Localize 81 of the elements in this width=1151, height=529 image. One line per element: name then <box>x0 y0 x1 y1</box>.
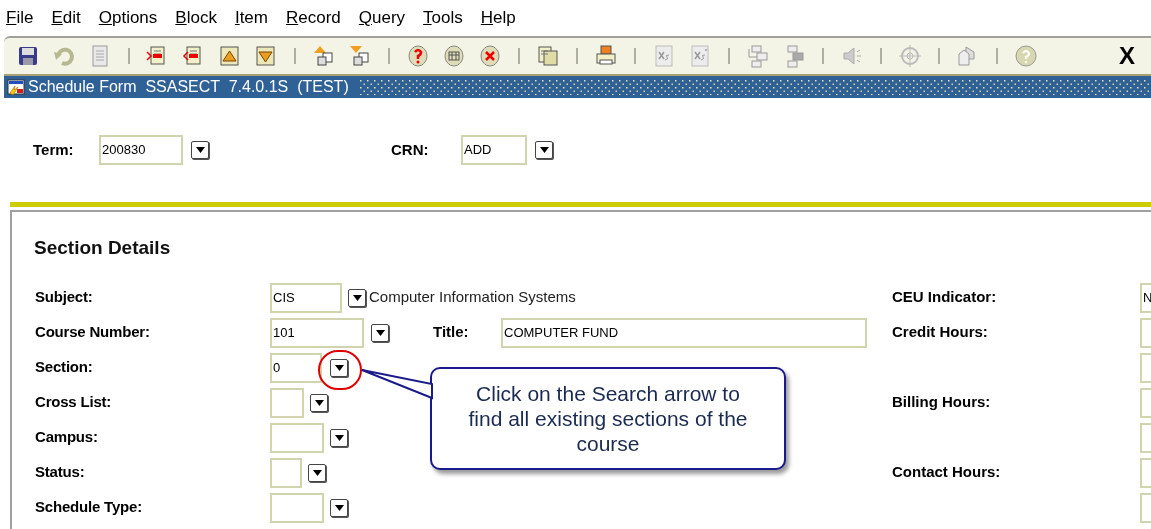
dropdown-button[interactable] <box>330 498 348 517</box>
dropdown-button[interactable] <box>310 393 328 412</box>
field-label: Contact Hours: <box>892 462 1002 483</box>
grid-database-icon[interactable] <box>442 44 466 68</box>
caret-icon <box>352 294 362 301</box>
up-arrow-windows-icon[interactable] <box>312 44 336 68</box>
exit-button[interactable]: X <box>1119 44 1135 68</box>
menu-item[interactable]: Tools <box>423 5 463 31</box>
input-field[interactable]: 101 <box>270 317 364 348</box>
description-text: Computer Information Systems <box>369 287 576 308</box>
input-field[interactable] <box>1140 422 1151 453</box>
input-field[interactable] <box>1140 457 1151 488</box>
field-label: Course Number: <box>35 322 151 343</box>
field-label: Credit Hours: <box>892 322 989 343</box>
delete-database-icon[interactable] <box>478 44 502 68</box>
dropdown-button[interactable] <box>371 323 389 342</box>
input-field[interactable]: COMPUTER FUND <box>501 317 867 348</box>
caret-icon <box>375 329 385 336</box>
field-label: Term: <box>33 139 75 160</box>
caret-icon <box>334 364 344 371</box>
menu-item[interactable]: Options <box>98 5 158 31</box>
menu-item[interactable]: Query <box>358 5 406 31</box>
field-label: Section: <box>35 357 94 378</box>
menu-item[interactable]: File <box>6 5 34 31</box>
xs-document-icon[interactable] <box>688 44 712 68</box>
search-button-highlight-ring <box>318 350 362 390</box>
dropdown-button[interactable] <box>535 141 553 159</box>
field-label: CEU Indicator: <box>892 287 998 308</box>
field-label: Schedule Type: <box>35 497 143 518</box>
input-field[interactable]: N <box>1140 282 1151 313</box>
field-label: Campus: <box>35 427 99 448</box>
printer-icon[interactable] <box>594 44 618 68</box>
field-label: Status: <box>35 462 86 483</box>
help-icon[interactable] <box>1014 44 1038 68</box>
form-icon <box>6 77 26 97</box>
menu-item[interactable]: Help <box>480 5 516 31</box>
input-field[interactable]: ADD <box>461 135 527 165</box>
callout-text: Click on the Search arrow to find all existing sections of the course <box>467 381 749 456</box>
crosshair-icon[interactable] <box>898 44 922 68</box>
field-label: Cross List: <box>35 392 113 413</box>
section-title: Section Details <box>34 236 171 260</box>
input-field[interactable]: 0 <box>270 352 322 383</box>
caret-icon <box>312 469 322 476</box>
question-database-icon[interactable] <box>406 44 430 68</box>
documents-icon[interactable] <box>536 44 560 68</box>
caret-icon <box>334 504 344 511</box>
caret-icon <box>195 147 205 153</box>
caret-icon <box>539 147 549 153</box>
field-label: Billing Hours: <box>892 392 992 413</box>
dropdown-button[interactable] <box>348 288 366 307</box>
input-field[interactable] <box>270 457 302 488</box>
menu-item[interactable]: Edit <box>51 5 81 31</box>
up-triangle-page-icon[interactable] <box>218 44 242 68</box>
menu-item[interactable]: Item <box>234 5 268 31</box>
menu-item[interactable]: Block <box>175 5 217 31</box>
caret-icon <box>334 434 344 441</box>
input-field[interactable] <box>1140 317 1151 348</box>
dropdown-button[interactable] <box>308 463 326 482</box>
dropdown-button[interactable] <box>191 141 209 159</box>
input-field[interactable] <box>270 387 304 418</box>
input-field[interactable] <box>270 422 324 453</box>
down-triangle-page-icon[interactable] <box>254 44 278 68</box>
input-field[interactable] <box>1140 387 1151 418</box>
input-field[interactable]: 200830 <box>99 135 183 165</box>
input-field[interactable]: CIS <box>270 282 342 313</box>
field-label: Subject: <box>35 287 94 308</box>
speaker-icon[interactable] <box>840 44 864 68</box>
save-icon[interactable] <box>16 44 40 68</box>
dropdown-button[interactable] <box>330 428 348 447</box>
down-arrow-windows-icon[interactable] <box>348 44 372 68</box>
window-title: Schedule Form SSASECT 7.4.0.1S (TEST) <box>28 77 349 97</box>
field-label: Title: <box>433 322 470 343</box>
dropdown-button[interactable] <box>330 358 348 377</box>
field-label: CRN: <box>391 139 430 160</box>
input-field[interactable] <box>1140 492 1151 523</box>
menu-item[interactable]: Record <box>286 5 341 31</box>
input-field[interactable] <box>270 492 324 523</box>
hierarchy-icon[interactable] <box>746 44 770 68</box>
xs-document-icon[interactable] <box>652 44 676 68</box>
caret-icon <box>314 399 324 406</box>
input-field[interactable] <box>1140 352 1151 383</box>
